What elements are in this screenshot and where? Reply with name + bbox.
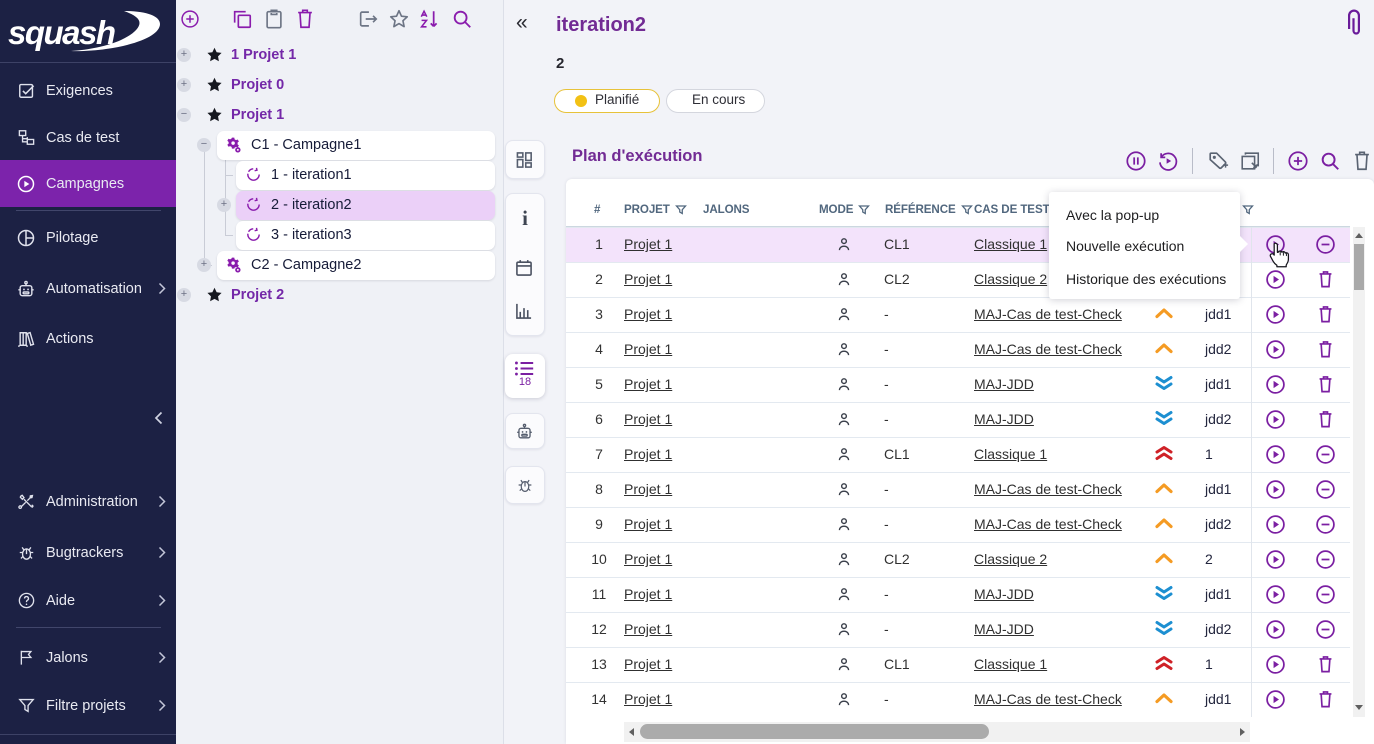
- svg-text:squash: squash: [8, 14, 115, 51]
